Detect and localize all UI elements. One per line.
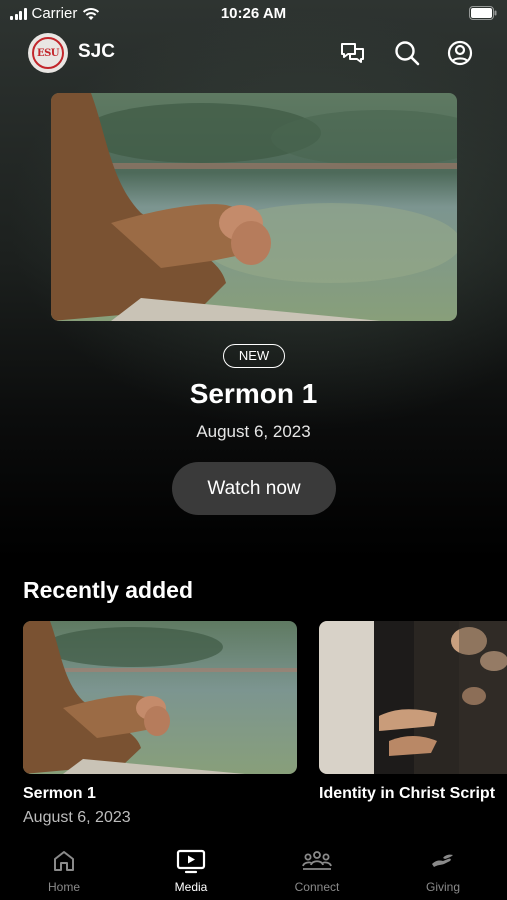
church-logo[interactable]: ESU xyxy=(28,33,68,73)
section-title-recently-added: Recently added xyxy=(23,577,193,603)
tab-label: Home xyxy=(47,880,80,894)
tab-label: Giving xyxy=(425,880,460,894)
media-card[interactable]: Sermon 1 August 6, 2023 xyxy=(23,621,297,827)
search-icon[interactable] xyxy=(393,39,421,67)
app-header: ESU SJC xyxy=(0,32,507,74)
giving-icon xyxy=(432,854,453,867)
tab-connect[interactable]: Connect xyxy=(267,848,367,894)
chat-icon[interactable] xyxy=(339,39,367,67)
watch-now-button[interactable]: Watch now xyxy=(172,462,336,515)
hero-date: August 6, 2023 xyxy=(196,422,311,441)
status-time: 10:26 AM xyxy=(220,5,287,22)
new-badge: NEW xyxy=(223,344,285,368)
media-card-date: August 6, 2023 xyxy=(23,809,131,826)
media-thumbnail[interactable] xyxy=(319,621,507,774)
media-card-title: Identity in Christ Script xyxy=(319,785,496,802)
profile-icon[interactable] xyxy=(446,39,474,67)
media-icon xyxy=(176,849,206,874)
battery-icon xyxy=(469,6,497,20)
tab-media[interactable]: Media xyxy=(141,848,241,894)
tab-label: Media xyxy=(174,880,208,894)
tab-giving[interactable]: Giving xyxy=(393,848,493,894)
media-card-title: Sermon 1 xyxy=(23,785,96,802)
tab-bar: Home Media Connect Giving xyxy=(0,842,507,900)
hero-title: Sermon 1 xyxy=(189,378,318,409)
tab-label: Connect xyxy=(294,880,340,894)
tab-home[interactable]: Home xyxy=(14,848,114,894)
media-thumbnail[interactable] xyxy=(23,621,297,774)
hero-thumbnail[interactable] xyxy=(51,93,457,321)
home-icon xyxy=(54,851,74,871)
brand-name: SJC xyxy=(78,41,115,62)
connect-icon xyxy=(302,851,332,870)
status-bar: Carrier 10:26 AM xyxy=(0,0,507,28)
media-card[interactable]: Identity in Christ Script xyxy=(319,621,507,803)
